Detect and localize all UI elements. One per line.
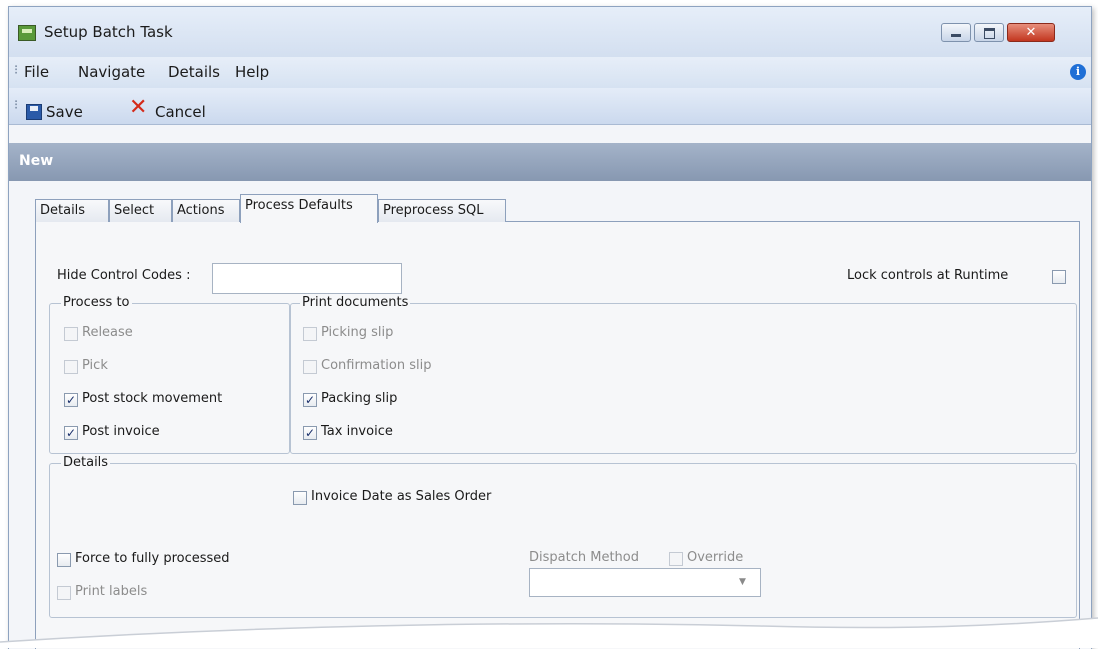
cancel-icon: ✕ (129, 95, 148, 120)
print-labels-label: Print labels (75, 584, 148, 599)
record-header-title: New (19, 153, 54, 169)
cancel-button[interactable]: ✕ Cancel (124, 95, 219, 123)
lock-controls-checkbox[interactable] (1052, 270, 1066, 284)
post-invoice-checkbox[interactable]: ✓ (64, 426, 78, 440)
print-documents-group (290, 303, 1077, 454)
minimize-button[interactable] (941, 23, 971, 42)
force-fully-processed-checkbox[interactable] (57, 553, 71, 567)
close-button[interactable]: ✕ (1007, 23, 1055, 42)
menu-help[interactable]: Help (235, 63, 269, 81)
tab-actions[interactable]: Actions (172, 199, 240, 222)
post-invoice-label: Post invoice (82, 424, 160, 439)
info-icon[interactable]: i (1070, 64, 1086, 80)
invoice-date-checkbox[interactable] (293, 491, 307, 505)
picking-slip-label: Picking slip (321, 325, 394, 340)
invoice-date-label: Invoice Date as Sales Order (311, 489, 492, 504)
override-label: Override (687, 550, 744, 565)
release-checkbox[interactable] (64, 327, 78, 341)
toolbar-grip-icon: ⁝ (14, 98, 19, 113)
force-fully-processed-label: Force to fully processed (75, 551, 230, 566)
title-bar[interactable]: Setup Batch Task ✕ (9, 7, 1091, 57)
menu-file[interactable]: File (24, 63, 49, 81)
picking-slip-checkbox[interactable] (303, 327, 317, 341)
menu-details[interactable]: Details (168, 63, 220, 81)
hide-control-codes-input[interactable] (212, 263, 402, 294)
tab-select[interactable]: Select (109, 199, 172, 222)
menu-navigate[interactable]: Navigate (78, 63, 145, 81)
cancel-label: Cancel (155, 103, 206, 121)
hide-control-codes-label: Hide Control Codes : (57, 268, 191, 283)
menu-bar: ⁝ File Navigate Details Help i (9, 57, 1091, 88)
release-label: Release (82, 325, 133, 340)
tax-invoice-checkbox[interactable]: ✓ (303, 426, 317, 440)
process-to-title: Process to (61, 295, 132, 310)
print-documents-title: Print documents (300, 295, 411, 310)
tab-preprocess-sql[interactable]: Preprocess SQL (378, 199, 506, 222)
details-group-title: Details (61, 455, 111, 470)
torn-edge-decoration (0, 617, 1098, 648)
dispatch-method-label: Dispatch Method (529, 550, 639, 565)
lock-controls-label: Lock controls at Runtime (847, 268, 1009, 283)
post-stock-movement-checkbox[interactable]: ✓ (64, 393, 78, 407)
chevron-down-icon[interactable]: ▼ (739, 577, 746, 587)
override-checkbox[interactable] (669, 552, 683, 566)
pick-checkbox[interactable] (64, 360, 78, 374)
tab-details[interactable]: Details (35, 199, 109, 222)
confirmation-slip-checkbox[interactable] (303, 360, 317, 374)
app-window: Setup Batch Task ✕ ⁝ File Navigate Detai… (8, 6, 1092, 649)
save-label: Save (46, 103, 83, 121)
menu-grip-icon: ⁝ (14, 63, 19, 78)
window-title: Setup Batch Task (44, 23, 173, 41)
print-labels-checkbox[interactable] (57, 586, 71, 600)
tab-process-defaults[interactable]: Process Defaults (240, 194, 378, 223)
packing-slip-label: Packing slip (321, 391, 398, 406)
maximize-button[interactable] (974, 23, 1004, 42)
pick-label: Pick (82, 358, 108, 373)
save-button[interactable]: Save (23, 98, 115, 124)
dispatch-method-select[interactable] (529, 568, 761, 597)
tax-invoice-label: Tax invoice (321, 424, 393, 439)
record-header (9, 143, 1091, 181)
save-icon (26, 104, 42, 120)
post-stock-movement-label: Post stock movement (82, 391, 223, 406)
app-icon (18, 25, 36, 41)
confirmation-slip-label: Confirmation slip (321, 358, 432, 373)
packing-slip-checkbox[interactable]: ✓ (303, 393, 317, 407)
